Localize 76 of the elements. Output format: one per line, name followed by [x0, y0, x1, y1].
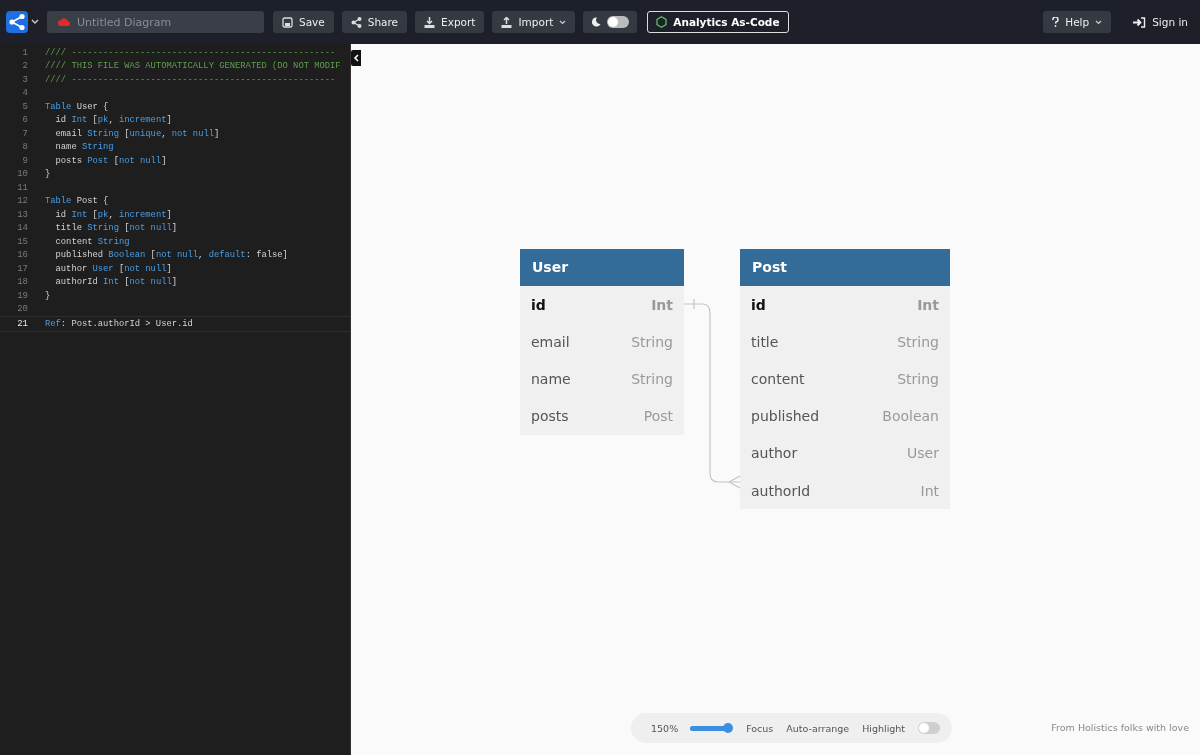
line-number: 8 [21, 142, 28, 153]
code-line: } [45, 290, 51, 301]
code-line: published Boolean [not null, default: false] [54, 250, 288, 261]
sign-in-button[interactable]: Sign in [1127, 16, 1194, 28]
field-type: Int [917, 296, 939, 313]
field-name: author [751, 445, 798, 462]
code-line: email String [unique, not null] [54, 128, 220, 139]
code-line: //// THIS FILE WAS AUTOMATICALLY GENERATED (DO NOT MODIF [45, 61, 341, 72]
field-name: name [531, 370, 571, 387]
code-line: id Int [pk, increment] [54, 209, 172, 220]
line-number: 4 [21, 88, 28, 99]
line-number: 7 [21, 128, 28, 139]
code-line: id Int [pk, increment] [54, 115, 172, 126]
analytics-as-code-button[interactable]: Analytics As-Code [647, 11, 789, 33]
line-number: 20 [16, 304, 28, 315]
line-number: 2 [21, 61, 28, 72]
zoom-level: 150% [651, 722, 679, 734]
field-name: authorId [751, 482, 811, 499]
code-line: Table User { [45, 101, 109, 112]
save-button[interactable]: Save [273, 11, 334, 33]
code-line: author User [not null] [54, 263, 172, 274]
line-number: 5 [21, 101, 28, 112]
share-button[interactable]: Share [341, 11, 408, 33]
field-type: String [631, 333, 673, 350]
table-card[interactable]: Post id Int title String content String published Boolean author User authorId Int [740, 249, 950, 510]
auto-arrange-button[interactable]: Auto-arrange [786, 722, 850, 734]
line-number: 19 [16, 290, 28, 301]
code-line: posts Post [not null] [54, 155, 167, 166]
line-number: 1 [21, 47, 28, 58]
help-button[interactable]: Help [1043, 11, 1112, 33]
field-name: id [751, 296, 766, 313]
line-number: 14 [16, 223, 28, 234]
line-number: 16 [16, 250, 28, 261]
line-number: 11 [16, 182, 28, 193]
code-line: Table Post { [45, 196, 109, 207]
field-name: title [751, 333, 779, 350]
field-type: User [907, 445, 939, 462]
focus-button[interactable]: Focus [746, 722, 774, 734]
code-line: name String [54, 142, 114, 153]
title-field[interactable]: Untitled Diagram [47, 11, 264, 33]
field-type: Int [920, 482, 939, 499]
code-line: authorId Int [not null] [54, 277, 177, 288]
line-number: 18 [16, 277, 28, 288]
field-name: email [531, 333, 570, 350]
line-number: 17 [16, 263, 28, 274]
line-number: 3 [21, 74, 28, 85]
line-number: 15 [16, 236, 28, 247]
line-number: 12 [16, 196, 28, 207]
field-type: String [897, 333, 939, 350]
field-type: String [631, 370, 673, 387]
field-type: String [897, 370, 939, 387]
code-line: content String [54, 236, 130, 247]
code-line: } [45, 169, 51, 180]
code-line: //// -------------------------------------------------- [45, 74, 336, 85]
highlight-label: Highlight [862, 722, 906, 734]
table-header: Post [740, 249, 950, 286]
field-name: content [751, 370, 805, 387]
field-name: posts [531, 408, 569, 425]
import-button[interactable]: Import [492, 11, 576, 33]
table-card[interactable]: User id Int email String name String posts Post [520, 249, 684, 435]
line-number: 10 [16, 169, 28, 180]
field-type: Post [643, 408, 673, 425]
code-line: title String [not null] [54, 223, 177, 234]
field-type: Int [651, 296, 673, 313]
table-header: User [520, 249, 684, 286]
code-line: Ref: Post.authorId > User.id [45, 318, 193, 329]
line-number: 13 [16, 209, 28, 220]
field-type: Boolean [882, 408, 939, 425]
footer-credit: From Holistics folks with love [1051, 722, 1189, 733]
code-line: //// -------------------------------------------------- [45, 47, 336, 58]
line-number: 6 [21, 115, 28, 126]
field-name: id [531, 296, 546, 313]
line-number: 9 [21, 155, 28, 166]
line-number: 21 [16, 318, 28, 329]
field-name: published [751, 408, 820, 425]
export-button[interactable]: Export [415, 11, 485, 33]
